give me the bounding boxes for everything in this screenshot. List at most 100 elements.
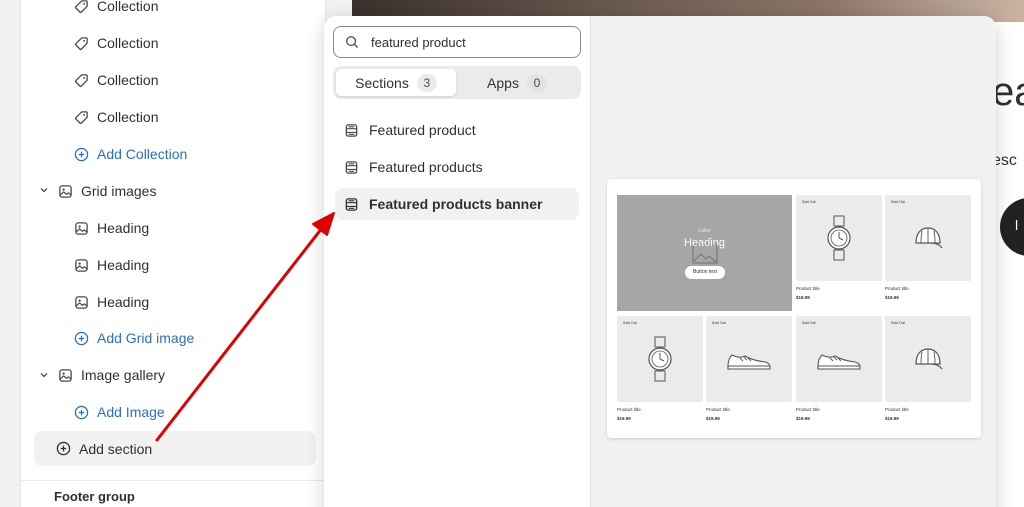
result-featured-products-banner[interactable]: Featured products banner bbox=[335, 188, 579, 220]
grid-image-block[interactable]: Heading bbox=[73, 248, 149, 282]
image-icon bbox=[73, 257, 89, 273]
preview-banner: Label Heading Button text bbox=[617, 195, 792, 311]
hero-heading-fragment: ea bbox=[992, 70, 1024, 114]
preview-product-price: $19.99 bbox=[796, 295, 810, 300]
tab-apps-label: Apps bbox=[487, 74, 519, 91]
preview-sold-out-badge: Sold Out bbox=[891, 321, 905, 325]
watch-icon bbox=[796, 195, 882, 281]
add-section-button[interactable]: Add section bbox=[34, 431, 316, 466]
plus-circle-icon bbox=[56, 441, 71, 456]
sneaker-icon bbox=[706, 316, 792, 402]
plus-circle-icon bbox=[73, 330, 89, 346]
preview-product-card: Sold Out Product title $19.99 bbox=[796, 316, 882, 421]
result-featured-product[interactable]: Featured product bbox=[335, 114, 579, 146]
grid-image-block-label: Heading bbox=[97, 257, 150, 273]
chevron-down-icon[interactable] bbox=[38, 369, 50, 381]
section-image-gallery[interactable]: Image gallery bbox=[57, 358, 165, 392]
preview-sold-out-badge: Sold Out bbox=[712, 321, 726, 325]
footer-group-heading: Footer group bbox=[54, 489, 135, 504]
preview-banner-button: Button text bbox=[685, 266, 725, 279]
preview-sold-out-badge: Sold Out bbox=[891, 200, 905, 204]
add-grid-image-button[interactable]: Add Grid image bbox=[73, 321, 194, 355]
preview-product-price: $19.99 bbox=[706, 416, 720, 421]
add-collection-label: Add Collection bbox=[97, 146, 188, 162]
sneaker-icon bbox=[796, 316, 882, 402]
section-search-field[interactable]: featured product bbox=[333, 26, 581, 58]
section-image-gallery-label: Image gallery bbox=[81, 367, 166, 383]
preview-product-title: Product title bbox=[796, 407, 820, 412]
plus-circle-icon bbox=[73, 404, 89, 420]
section-grid-images[interactable]: Grid images bbox=[57, 174, 156, 208]
preview-product-title: Product title bbox=[885, 286, 909, 291]
add-section-label: Add section bbox=[79, 440, 153, 457]
collection-label: Collection bbox=[97, 0, 159, 14]
preview-sold-out-badge: Sold Out bbox=[802, 200, 816, 204]
preview-product-title: Product title bbox=[706, 407, 730, 412]
image-icon bbox=[57, 367, 73, 383]
tag-icon bbox=[73, 35, 89, 51]
tag-icon bbox=[73, 0, 89, 14]
result-featured-products[interactable]: Featured products bbox=[335, 151, 579, 183]
preview-product-card: Sold Out Product title $19.99 bbox=[617, 316, 703, 421]
preview-product-title: Product title bbox=[796, 286, 820, 291]
collection-item[interactable]: Collection bbox=[73, 0, 158, 23]
result-label: Featured products banner bbox=[369, 196, 543, 212]
search-input[interactable]: featured product bbox=[371, 35, 466, 50]
chevron-down-icon[interactable] bbox=[38, 184, 50, 196]
hero-button-label: l bbox=[1015, 217, 1019, 233]
tab-apps[interactable]: Apps 0 bbox=[457, 69, 577, 96]
collection-label: Collection bbox=[97, 72, 159, 88]
add-grid-image-label: Add Grid image bbox=[97, 330, 195, 346]
preview-banner-heading: Heading bbox=[684, 237, 725, 249]
tab-sections-label: Sections bbox=[355, 74, 409, 91]
plus-circle-icon bbox=[73, 146, 89, 162]
collection-label: Collection bbox=[97, 35, 159, 51]
tab-sections[interactable]: Sections 3 bbox=[336, 69, 456, 96]
add-image-button[interactable]: Add Image bbox=[73, 395, 165, 429]
add-section-popover: featured product Sections 3 Apps 0 Featu… bbox=[324, 16, 996, 507]
divider bbox=[21, 480, 327, 481]
preview-banner-label: Label bbox=[698, 228, 711, 234]
picker-tabs: Sections 3 Apps 0 bbox=[333, 66, 581, 99]
grid-image-block-label: Heading bbox=[97, 294, 150, 310]
section-preview-thumbnail: Label Heading Button text Sold Out Produ… bbox=[607, 179, 981, 438]
theme-editor-sidebar: Collection Collection Collection Collect… bbox=[20, 0, 327, 507]
hero-button-fragment: l bbox=[1000, 198, 1024, 256]
tag-icon bbox=[73, 72, 89, 88]
add-image-label: Add Image bbox=[97, 404, 165, 420]
grid-image-block-label: Heading bbox=[97, 220, 150, 236]
section-grid-images-label: Grid images bbox=[81, 183, 157, 199]
section-layout-icon bbox=[344, 123, 359, 138]
grid-image-block[interactable]: Heading bbox=[73, 211, 149, 245]
tab-apps-count: 0 bbox=[526, 73, 547, 92]
collection-label: Collection bbox=[97, 109, 159, 125]
preview-sold-out-badge: Sold Out bbox=[623, 321, 637, 325]
preview-product-card: Sold Out Product title $19.99 bbox=[796, 195, 882, 300]
preview-product-title: Product title bbox=[885, 407, 909, 412]
tag-icon bbox=[73, 109, 89, 125]
image-icon bbox=[57, 183, 73, 199]
image-icon bbox=[73, 294, 89, 310]
preview-product-price: $19.99 bbox=[796, 416, 810, 421]
preview-product-card: Sold Out Product title $19.99 bbox=[885, 195, 971, 300]
cap-icon bbox=[885, 316, 971, 402]
preview-product-price: $19.99 bbox=[885, 295, 899, 300]
preview-product-price: $19.99 bbox=[617, 416, 631, 421]
collection-item[interactable]: Collection bbox=[73, 100, 158, 134]
grid-image-block[interactable]: Heading bbox=[73, 285, 149, 319]
preview-product-card: Sold Out Product title $19.99 bbox=[885, 316, 971, 421]
result-label: Featured product bbox=[369, 122, 476, 138]
collection-item[interactable]: Collection bbox=[73, 26, 158, 60]
image-icon bbox=[73, 220, 89, 236]
collection-item[interactable]: Collection bbox=[73, 63, 158, 97]
search-icon bbox=[345, 35, 359, 49]
watch-icon bbox=[617, 316, 703, 402]
preview-product-card: Sold Out Product title $19.99 bbox=[706, 316, 792, 421]
section-layout-icon bbox=[344, 160, 359, 175]
add-collection-button[interactable]: Add Collection bbox=[73, 137, 187, 171]
preview-product-title: Product title bbox=[617, 407, 641, 412]
section-layout-icon bbox=[344, 197, 359, 212]
preview-product-price: $19.99 bbox=[885, 416, 899, 421]
cap-icon bbox=[885, 195, 971, 281]
tab-sections-count: 3 bbox=[416, 73, 437, 92]
